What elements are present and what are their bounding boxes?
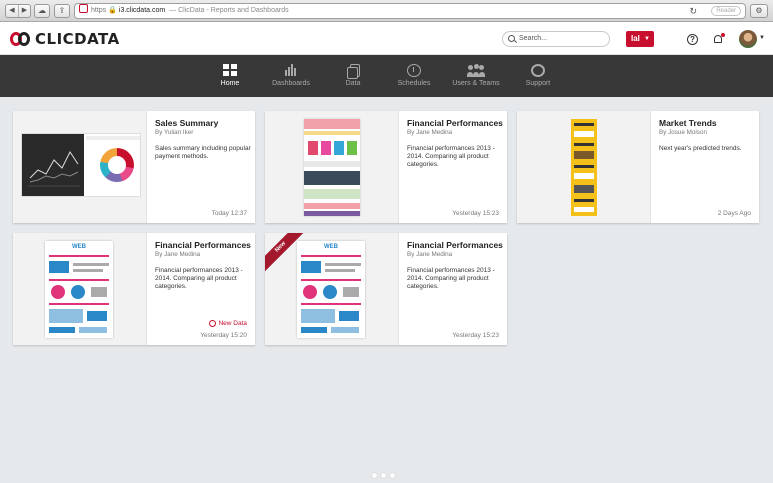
tab-title-text: ClicData - Reports and Dashboards [178,7,289,14]
dashboard-card[interactable]: WEB Financial Performances By Jane Medin… [13,233,255,345]
new-data-label: New Data [218,320,247,327]
page-dot[interactable] [372,473,377,478]
lifebuoy-icon [531,64,545,77]
card-title[interactable]: Market Trends [659,118,755,128]
main-navigation: Home Dashboards Data Schedules Users & T… [0,55,773,97]
line-chart-preview-icon [28,151,80,187]
address-bar[interactable]: https 🔒 i3.clicdata.com — ClicData - Repor… [74,3,746,19]
settings-icon[interactable]: ⚙ [750,4,768,18]
forward-icon[interactable]: ▶ [18,5,30,17]
url-protocol: https [91,7,107,14]
page-dot[interactable] [381,473,386,478]
card-description: Sales summary including popular payment … [155,145,251,160]
card-title[interactable]: Financial Performances [155,240,251,250]
card-description: Financial performances 2013 - 2014. Comp… [407,267,495,290]
poster-heading: WEB [72,244,86,250]
grid-icon [223,64,237,77]
dashboard-thumbnail[interactable]: WEB [13,233,147,345]
lock-icon: 🔒 [108,7,117,14]
notification-dot [721,33,725,37]
dashboard-card[interactable]: Financial Performances By Jane Medina Fi… [265,111,507,223]
avatar-chevron-down-icon[interactable]: ▼ [759,35,765,41]
nav-item-dashboards[interactable]: Dashboards [261,64,321,87]
new-data-badge[interactable]: New Data [209,320,247,327]
poster-heading: WEB [324,244,338,250]
logo-text: CLICDATA [35,30,120,48]
dashboard-thumbnail[interactable] [517,111,651,223]
url-host: i3.clicdata.com [118,7,166,14]
new-ribbon: New [265,233,305,273]
dashboard-thumbnail[interactable] [265,111,399,223]
back-icon[interactable]: ◀ [6,5,18,17]
card-timestamp: Yesterday 15:23 [452,332,499,339]
nav-label-data: Data [345,80,361,87]
card-description: Next year's predicted trends. [659,145,742,152]
chevron-down-icon: ▼ [644,36,650,42]
nav-label-home: Home [220,80,240,87]
card-title[interactable]: Sales Summary [155,118,251,128]
page-dot[interactable] [390,473,395,478]
user-button-label: Ial [631,34,640,43]
logo-mark-icon [10,32,32,46]
market-trends-preview [571,119,597,216]
card-timestamp: 2 Days Ago [717,210,751,217]
dashboard-thumbnail[interactable] [13,111,147,223]
browser-toolbar: ◀ ▶ ☁ ⇪ https 🔒 i3.clicdata.com — ClicData… [0,0,773,22]
bar-chart-icon [284,64,298,77]
nav-label-dashboards: Dashboards [272,80,310,87]
search-input[interactable]: Search... [502,31,610,47]
web-infographic-preview: WEB [45,241,113,338]
icloud-tabs-icon[interactable]: ☁ [34,4,50,18]
clock-icon [407,64,421,77]
reader-button[interactable]: Reader [711,6,741,16]
documents-icon [347,64,360,79]
site-favicon-icon [79,4,88,13]
card-author: By Jane Medina [407,129,453,136]
donut-chart-preview-icon [100,148,134,182]
dashboard-card[interactable]: Market Trends By Josue Molson Next year'… [517,111,759,223]
web-infographic-preview: WEB [297,241,365,338]
new-ribbon-label: New [265,233,305,273]
card-title[interactable]: Financial Performances [407,240,503,250]
nav-item-users-teams[interactable]: Users & Teams [446,64,506,87]
refresh-data-icon [209,320,217,327]
nav-item-support[interactable]: Support [508,64,568,87]
sales-summary-preview [21,133,141,197]
search-placeholder: Search... [519,35,548,42]
reload-icon[interactable]: ↻ [689,4,697,18]
users-icon [467,64,485,77]
search-icon [508,35,515,42]
dashboard-card[interactable]: Sales Summary By Yulian Iker Sales summa… [13,111,255,223]
card-author: By Josue Molson [659,129,707,136]
nav-item-home[interactable]: Home [200,64,260,87]
card-timestamp: Yesterday 15:23 [452,210,499,217]
card-author: By Jane Medina [407,251,453,258]
help-icon[interactable]: ? [687,34,698,45]
clicdata-logo[interactable]: CLICDATA [10,30,120,48]
tab-title: — ClicData - Reports and Dashboards [167,7,289,14]
infographic-preview [304,119,360,216]
user-menu-button[interactable]: Ial ▼ [626,31,654,47]
notifications-bell-icon[interactable] [713,33,725,45]
app-header: CLICDATA Search... Ial ▼ ? ▼ [0,22,773,55]
card-timestamp: Yesterday 15:20 [200,332,247,339]
nav-label-users-teams: Users & Teams [452,80,500,87]
avatar[interactable] [739,30,757,48]
card-description: Financial performances 2013 - 2014. Comp… [407,145,495,168]
card-timestamp: Today 12:37 [211,210,247,217]
back-forward-buttons[interactable]: ◀ ▶ [5,4,31,18]
card-author: By Jane Medina [155,251,201,258]
nav-label-support: Support [525,80,551,87]
pagination-dots [372,473,395,478]
card-title[interactable]: Financial Performances [407,118,503,128]
share-icon[interactable]: ⇪ [54,4,70,18]
card-author: By Yulian Iker [155,129,194,136]
nav-item-schedules[interactable]: Schedules [384,64,444,87]
nav-label-schedules: Schedules [397,80,431,87]
dashboard-card[interactable]: New WEB Financial Performances By Jane M… [265,233,507,345]
card-description: Financial performances 2013 - 2014. Comp… [155,267,243,290]
nav-item-data[interactable]: Data [323,64,383,87]
